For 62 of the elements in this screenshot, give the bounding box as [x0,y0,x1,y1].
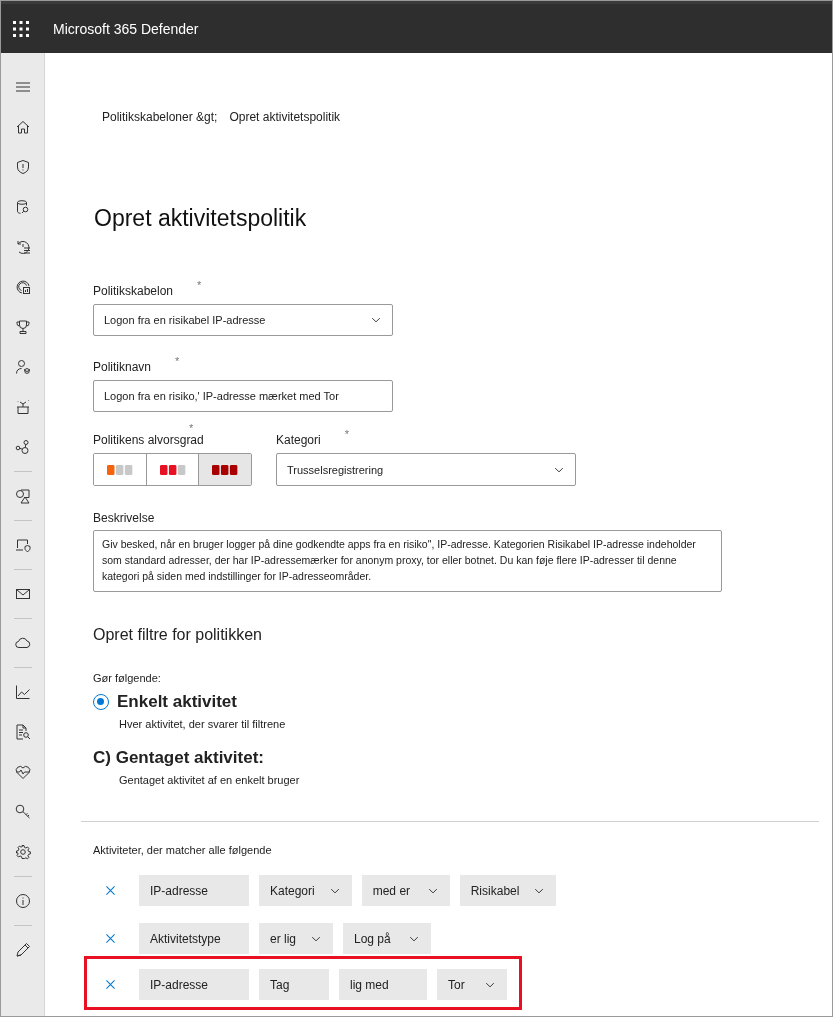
breadcrumb-link[interactable]: Politikskabeloner &gt; [102,109,218,125]
history-icon[interactable] [14,239,31,255]
filter-dropdown[interactable]: Tor [437,969,507,1000]
nodes-icon[interactable] [14,439,31,455]
section-heading: Opret filtre for politikken [93,625,263,645]
filter-dropdown[interactable]: Risikabel [459,875,557,906]
filter-dropdown[interactable]: Log på [343,923,431,954]
document-search-icon[interactable] [14,724,31,740]
menu-icon[interactable] [14,79,31,95]
settings-icon[interactable] [14,844,31,860]
option-description: Gentaget aktivitet af en enkelt bruger [119,773,301,788]
radio-button[interactable] [93,694,109,710]
severity-option[interactable] [198,454,251,485]
severity-selector[interactable] [93,453,252,486]
trophy-icon[interactable] [14,319,31,335]
description-field[interactable]: Giv besked, når en bruger logger på dine godkendte apps fra en risiko", IP-adresse. Kategorien Risikabel IP-adresse indeholder som standard adresser, der har IP-adressemærker for anonym proxy, tor eller botnet. Du kan føje flere IP-adresser til denne kategori på siden med indstillinger for IP-adresseområder. [93,530,722,592]
person-learning-icon[interactable] [14,359,31,375]
filter-label: Aktiviteter, der matcher alle følgende [93,843,273,858]
filter-dropdown[interactable]: Kategori [259,875,352,906]
required-mark: * [344,427,349,442]
key-icon[interactable] [14,804,31,820]
filter-dropdown[interactable]: er lig [259,923,333,954]
close-icon[interactable] [104,932,117,945]
shapes-icon[interactable] [14,488,31,504]
line-chart-icon[interactable] [14,684,31,700]
filter-value[interactable]: lig med [339,969,427,1000]
page-title: Opret aktivitetspolitik [94,204,308,233]
close-icon[interactable] [104,884,117,897]
option-title[interactable]: Enkelt aktivitet [117,692,237,712]
close-icon[interactable] [104,978,117,991]
filter-dropdown[interactable]: med er [361,875,450,906]
home-icon[interactable] [14,119,31,135]
field-label: Beskrivelse [93,510,155,526]
field-label: Politiknavn [93,359,152,375]
field-label: Politikskabelon [93,283,174,299]
filter-value[interactable]: Aktivitetstype [139,923,249,954]
app-launcher-icon[interactable] [13,20,29,37]
category-dropdown[interactable]: Trusselsregistrering [276,453,576,486]
app-title: Microsoft 365 Defender [53,20,199,37]
field-label: Politikens alvorsgrad [93,432,204,448]
required-mark: * [175,354,180,369]
template-dropdown[interactable]: Logon fra en risikabel IP-adresse [93,304,393,336]
shield-icon[interactable] [14,159,31,175]
info-icon[interactable] [14,893,31,909]
pencil-icon[interactable] [14,942,31,958]
required-mark: * [189,424,194,432]
policy-name-field[interactable]: Logon fra en risiko,' IP-adresse mærket med Tor [93,380,393,412]
heart-pulse-icon[interactable] [14,764,31,780]
option-title: C) Gentaget aktivitet: [93,748,264,768]
filter-value[interactable]: IP-adresse [139,875,249,906]
option-description: Hver aktivitet, der svarer til filtrene [119,717,287,732]
database-search-icon[interactable] [14,199,31,215]
field-label: Kategori [276,432,321,448]
cloud-icon[interactable] [14,635,31,651]
instruction-label: Gør følgende: [93,671,162,686]
required-mark: * [197,278,202,293]
filter-value[interactable]: Tag [259,969,329,1000]
mail-icon[interactable] [14,586,31,602]
breadcrumb-current: Opret aktivitetspolitik [229,109,341,125]
report-icon[interactable] [14,279,31,295]
filter-value[interactable]: IP-adresse [139,969,249,1000]
laptop-shield-icon[interactable] [14,537,31,553]
